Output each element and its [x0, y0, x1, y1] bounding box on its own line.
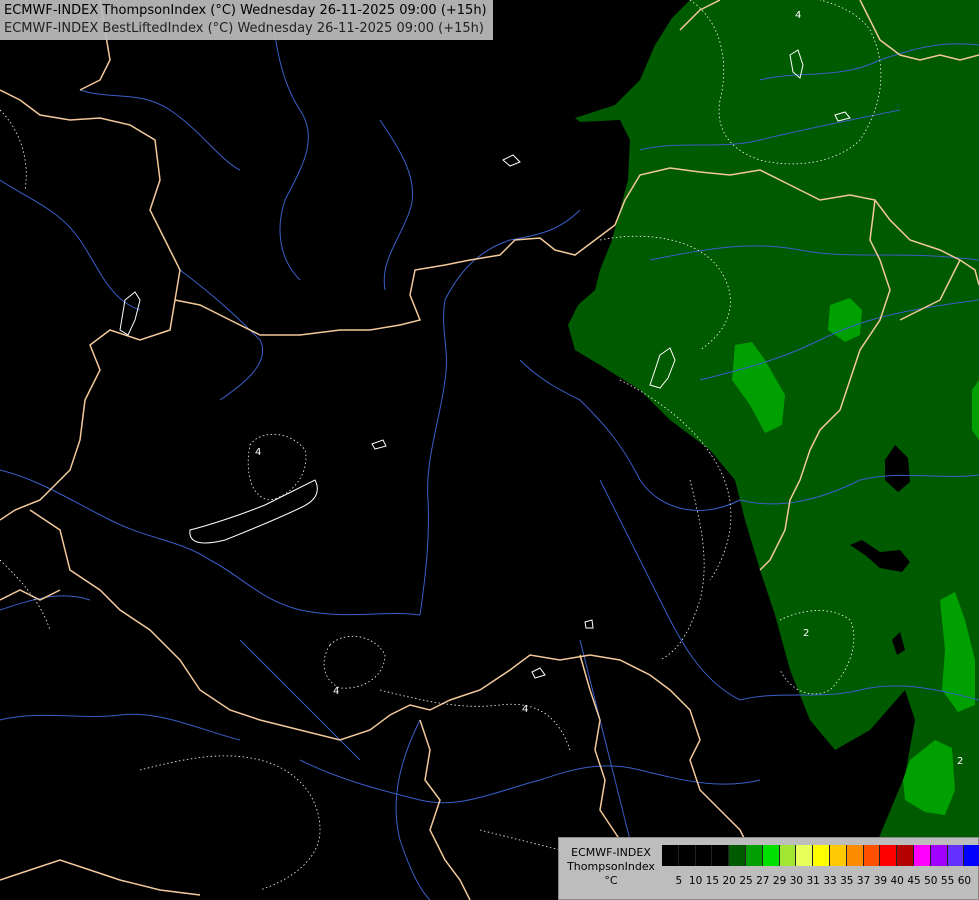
contour-label: 4 [522, 704, 528, 715]
weather-map: 4 4 4 2 2 4 [0, 0, 979, 900]
legend-tick-label: 33 [823, 875, 837, 887]
legend-tick-label: 50 [924, 875, 938, 887]
legend-swatch [712, 845, 730, 866]
legend-tick-label: 37 [856, 875, 871, 887]
legend-swatch [796, 845, 814, 866]
legend-swatch [745, 845, 763, 866]
legend-unit: °C [604, 874, 618, 887]
legend-swatch [678, 845, 696, 866]
contour-label: 4 [255, 447, 261, 458]
legend-swatch [779, 845, 797, 866]
legend-tick-label: 5 [675, 875, 683, 887]
legend-swatch [880, 845, 898, 866]
legend-swatch [913, 845, 931, 866]
contour-label: 4 [795, 10, 801, 21]
legend-title: ECMWF-INDEX ThompsonIndex °C [563, 846, 659, 888]
legend-tick-label: 20 [722, 875, 736, 887]
legend-tick-label: 30 [789, 875, 804, 887]
legend-tick-label: 10 [688, 875, 703, 887]
legend-swatch [729, 845, 746, 866]
contour-label: 4 [333, 686, 339, 697]
legend-tick-label: 39 [873, 875, 888, 887]
legend-swatch [947, 845, 965, 866]
legend-tick-label: 15 [705, 875, 720, 887]
legend-swatch [964, 845, 979, 866]
map-title-primary: ECMWF-INDEX ThompsonIndex (°C) Wednesday… [4, 3, 487, 18]
legend-tick-label: 35 [840, 875, 854, 887]
legend-title-index: ThompsonIndex [567, 860, 655, 873]
legend-swatch [846, 845, 864, 866]
legend-swatch [863, 845, 881, 866]
legend-swatch [662, 845, 679, 866]
legend-swatch [695, 845, 713, 866]
contour-label: 2 [957, 756, 963, 767]
legend-ticks: 5 10 15 20 25 27 29 30 31 33 35 37 39 40 45 50 55 60 [662, 875, 973, 889]
legend-swatch [762, 845, 780, 866]
legend-tick-label: 29 [772, 875, 787, 887]
map-title-secondary: ECMWF-INDEX BestLiftedIndex (°C) Wednesd… [4, 21, 484, 36]
legend-title-model: ECMWF-INDEX [571, 846, 651, 859]
legend-tick-label: 25 [739, 875, 753, 887]
legend-tick-label: 55 [940, 875, 955, 887]
color-legend: ECMWF-INDEX ThompsonIndex °C 5 10 15 20 25 27… [558, 837, 979, 900]
legend-swatches [662, 845, 979, 866]
legend-tick-label: 40 [890, 875, 904, 887]
legend-swatch [930, 845, 948, 866]
contour-label: 2 [803, 628, 809, 639]
legend-tick-label: 31 [806, 875, 820, 887]
legend-tick-label: 27 [756, 875, 770, 887]
legend-tick-label: 45 [907, 875, 921, 887]
map-title-box: ECMWF-INDEX ThompsonIndex (°C) Wednesday… [0, 0, 493, 40]
legend-swatch [829, 845, 847, 866]
legend-swatch [897, 845, 914, 866]
legend-tick-label: 60 [957, 875, 972, 887]
legend-swatch [813, 845, 830, 866]
